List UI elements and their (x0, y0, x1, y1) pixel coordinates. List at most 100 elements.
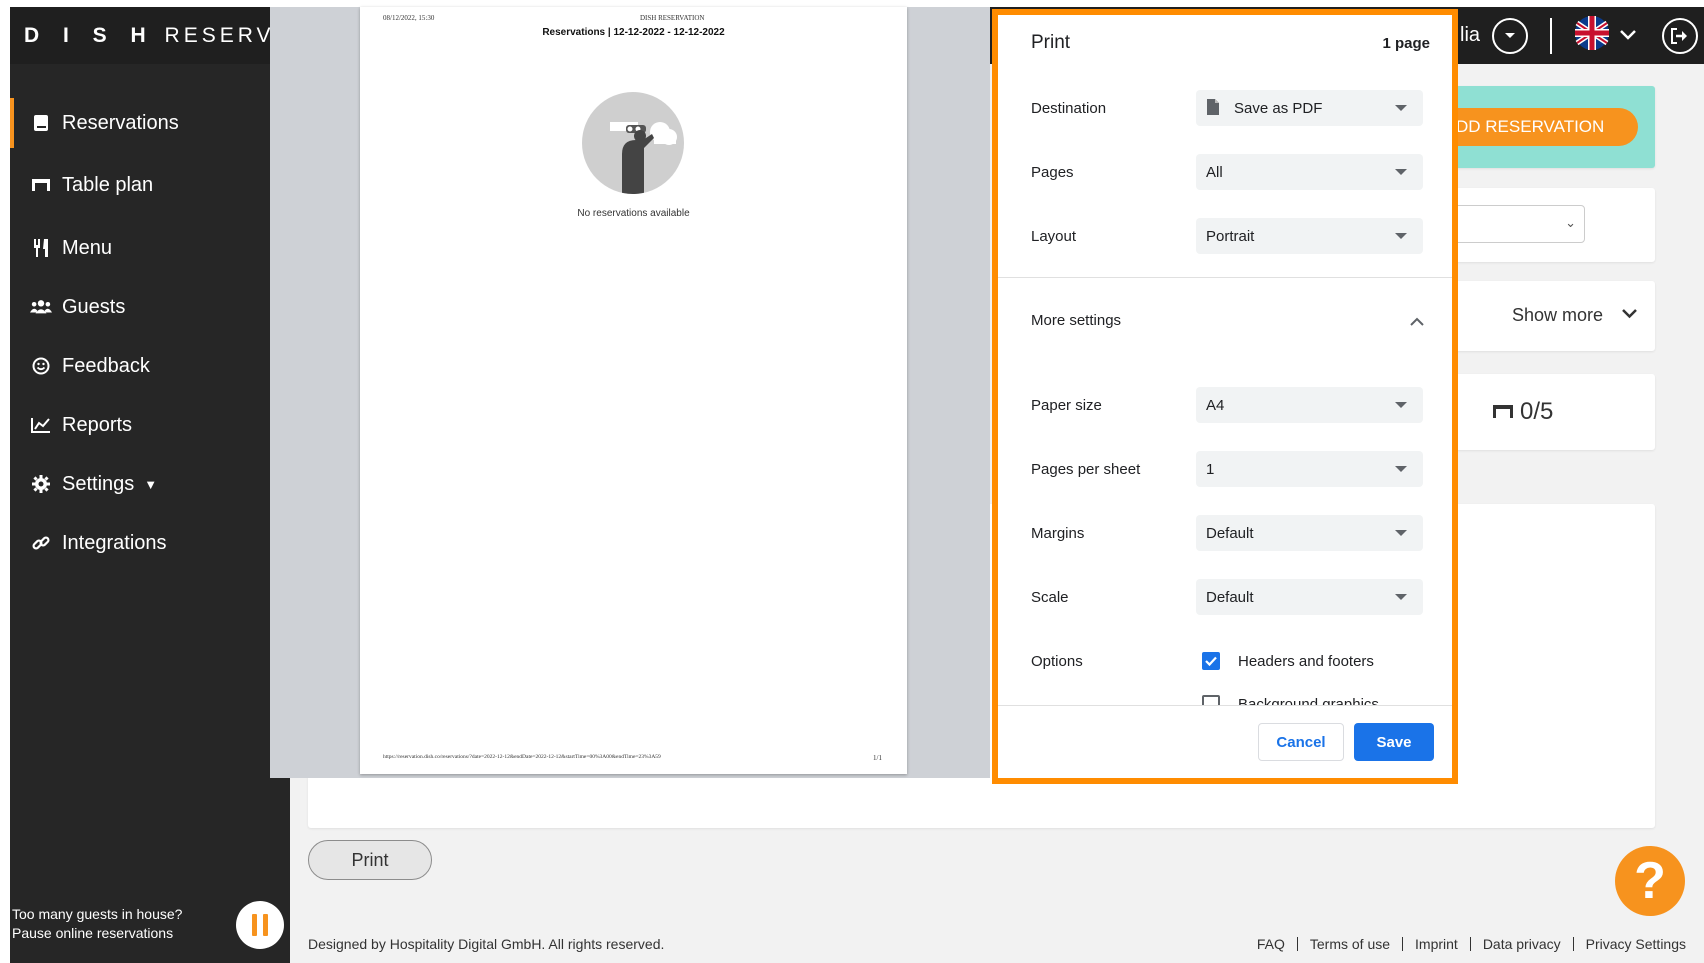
footer-link-privacy-settings[interactable]: Privacy Settings (1572, 937, 1698, 951)
dropdown-arrow-icon (1395, 402, 1407, 408)
preview-url: https://reservation.dish.co/reservations… (383, 754, 661, 760)
table-icon (30, 178, 52, 192)
sidebar-item-label: Menu (62, 236, 113, 259)
pages-per-sheet-label: Pages per sheet (1031, 461, 1141, 478)
headers-footers-checkbox[interactable] (1202, 652, 1220, 670)
sidebar-item-settings[interactable]: Settings ▼ (10, 459, 290, 509)
options-scroll-clip: Background graphics (998, 685, 1452, 705)
sidebar-item-reports[interactable]: Reports (10, 400, 290, 450)
chevron-down-icon: ⌄ (1565, 215, 1576, 230)
show-more-toggle[interactable]: Show more (1512, 305, 1603, 326)
sidebar-item-table-plan[interactable]: Table plan (10, 160, 290, 210)
dropdown-arrow-icon (1395, 466, 1407, 472)
destination-value: Save as PDF (1234, 99, 1323, 117)
smile-icon (30, 357, 52, 375)
dropdown-arrow-icon (1395, 594, 1407, 600)
preview-header: DISH RESERVATION (640, 14, 705, 22)
preview-date: 08/12/2022, 15:30 (383, 14, 435, 22)
caret-down-icon: ▼ (144, 476, 158, 492)
table-count: 0/5 (1520, 398, 1554, 425)
user-menu[interactable]: lia (1460, 7, 1529, 64)
link-icon (30, 534, 52, 552)
sidebar-item-label: Guests (62, 295, 126, 318)
sidebar: Reservations Table plan Menu Guests Feed… (10, 64, 290, 963)
layout-select[interactable]: Portrait (1196, 218, 1423, 254)
paper-size-value: A4 (1206, 396, 1225, 414)
pause-button[interactable] (236, 901, 284, 949)
dropdown-arrow-icon (1395, 233, 1407, 239)
document-icon (1206, 98, 1220, 120)
scale-select[interactable]: Default (1196, 579, 1423, 615)
background-graphics-label: Background graphics (1238, 696, 1379, 705)
dropdown-arrow-icon (1395, 169, 1407, 175)
destination-select[interactable]: Save as PDF (1196, 90, 1423, 126)
copyright-text: Designed by Hospitality Digital GmbH. Al… (308, 936, 665, 952)
divider (998, 277, 1452, 278)
divider (998, 705, 1452, 706)
background-graphics-checkbox[interactable] (1202, 695, 1220, 705)
preview-title: Reservations | 12-12-2022 - 12-12-2022 (542, 27, 725, 38)
save-button[interactable]: Save (1354, 723, 1434, 761)
chevron-down-icon (1620, 27, 1636, 45)
footer-link-data-privacy[interactable]: Data privacy (1469, 937, 1573, 951)
pages-value: All (1206, 163, 1223, 181)
pause-reservations-text: Too many guests in house? Pause online r… (12, 906, 183, 941)
layout-value: Portrait (1206, 227, 1255, 245)
destination-label: Destination (1031, 100, 1107, 117)
scale-value: Default (1206, 588, 1254, 606)
print-button[interactable]: Print (308, 840, 432, 880)
paper-size-label: Paper size (1031, 397, 1102, 414)
uk-flag-icon (1574, 15, 1610, 56)
margins-value: Default (1206, 524, 1254, 542)
sidebar-item-label: Feedback (62, 354, 150, 377)
users-icon (30, 299, 52, 315)
logout-button[interactable] (1662, 7, 1698, 64)
headers-footers-label: Headers and footers (1238, 653, 1374, 670)
sidebar-item-label: Table plan (62, 173, 154, 196)
sidebar-item-feedback[interactable]: Feedback (10, 341, 290, 391)
print-dialog: Print 1 page Destination Save as PDF Pag… (992, 9, 1458, 784)
chevron-up-icon[interactable] (1410, 313, 1424, 331)
dropdown-arrow-icon (1395, 530, 1407, 536)
more-settings-toggle[interactable]: More settings (1031, 312, 1121, 329)
user-name: lia (1460, 24, 1481, 46)
chevron-down-circle-icon[interactable] (1492, 17, 1529, 54)
layout-label: Layout (1031, 228, 1077, 245)
sidebar-item-menu[interactable]: Menu (10, 223, 290, 273)
paper-size-select[interactable]: A4 (1196, 387, 1423, 423)
sidebar-item-label: Settings (62, 472, 135, 495)
sidebar-item-label: Reservations (62, 111, 179, 134)
gear-icon (30, 475, 52, 493)
dropdown-arrow-icon (1395, 105, 1407, 111)
preview-empty-message: No reservations available (577, 208, 690, 219)
margins-label: Margins (1031, 525, 1085, 542)
pages-select[interactable]: All (1196, 154, 1423, 190)
footer-link-imprint[interactable]: Imprint (1402, 937, 1470, 951)
margins-select[interactable]: Default (1196, 515, 1423, 551)
pages-label: Pages (1031, 164, 1074, 181)
sidebar-item-integrations[interactable]: Integrations (10, 518, 290, 568)
print-preview-page: 08/12/2022, 15:30 DISH RESERVATION Reser… (360, 7, 907, 774)
help-button[interactable]: ? (1615, 846, 1685, 916)
footer-links: FAQ Terms of use Imprint Data privacy Pr… (1245, 937, 1698, 951)
sidebar-item-label: Reports (62, 413, 133, 436)
chevron-down-icon (1622, 306, 1637, 324)
scale-label: Scale (1031, 589, 1069, 606)
cancel-button[interactable]: Cancel (1258, 723, 1344, 761)
page-count: 1 page (1382, 35, 1430, 52)
footer-link-terms[interactable]: Terms of use (1296, 937, 1402, 951)
preview-page-number: 1/1 (873, 754, 882, 762)
sidebar-item-guests[interactable]: Guests (10, 282, 290, 332)
options-label: Options (1031, 653, 1083, 670)
binoculars-illustration-icon (582, 92, 684, 194)
sidebar-item-reservations[interactable]: Reservations (10, 98, 290, 148)
sidebar-item-label: Integrations (62, 531, 167, 554)
logout-icon (1662, 17, 1698, 54)
language-selector[interactable] (1574, 7, 1636, 64)
print-dialog-title: Print (1031, 32, 1071, 53)
pages-per-sheet-value: 1 (1206, 460, 1215, 478)
footer-link-faq[interactable]: FAQ (1245, 937, 1297, 951)
cutlery-icon (30, 238, 52, 258)
pages-per-sheet-select[interactable]: 1 (1196, 451, 1423, 487)
book-icon (30, 114, 52, 132)
